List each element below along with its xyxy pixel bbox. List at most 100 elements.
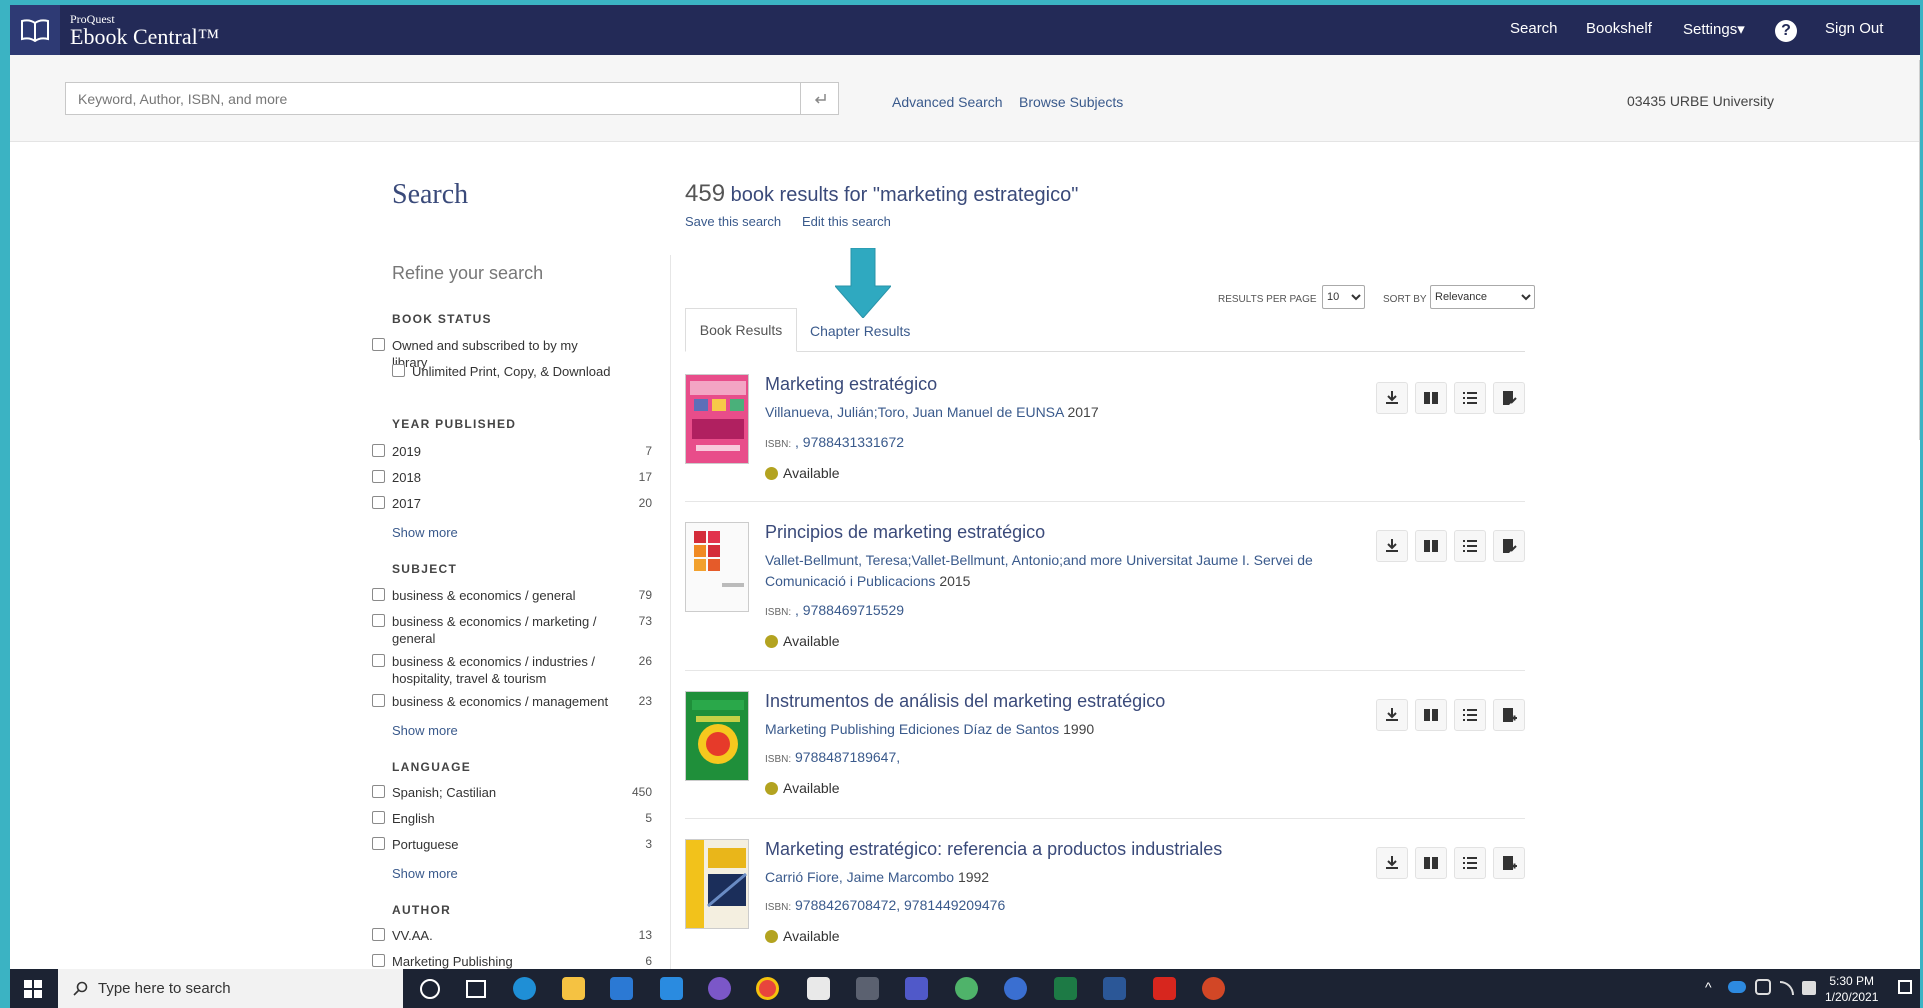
advanced-search-link[interactable]: Advanced Search <box>892 94 1003 110</box>
help-icon[interactable]: ? <box>1775 20 1797 42</box>
browse-subjects-link[interactable]: Browse Subjects <box>1019 94 1123 110</box>
result-title-link[interactable]: Principios de marketing estratégico <box>765 522 1045 543</box>
notifications-icon[interactable] <box>1898 980 1912 994</box>
calculator-icon[interactable] <box>856 977 879 1000</box>
year-show-more-link[interactable]: Show more <box>392 525 458 540</box>
checkbox[interactable] <box>372 694 385 707</box>
checkbox[interactable] <box>372 928 385 941</box>
result-title-link[interactable]: Instrumentos de análisis del marketing e… <box>765 691 1165 712</box>
result-authors[interactable]: Vallet-Bellmunt, Teresa;Vallet-Bellmunt,… <box>765 550 1365 592</box>
search-input[interactable] <box>65 82 800 115</box>
page-scrollbar[interactable] <box>1919 60 1920 440</box>
wifi-icon[interactable] <box>1780 981 1794 995</box>
file-explorer-icon[interactable] <box>562 977 585 1000</box>
subject-show-more-link[interactable]: Show more <box>392 723 458 738</box>
windows-taskbar: Type here to search ^ 5:30 PM 1/20/2021 <box>10 969 1920 1008</box>
nav-bookshelf[interactable]: Bookshelf <box>1586 20 1652 37</box>
windows-start-icon[interactable] <box>24 980 42 1003</box>
edit-search-link[interactable]: Edit this search <box>802 214 891 229</box>
chevron-up-icon[interactable]: ^ <box>1705 979 1712 995</box>
read-online-button[interactable] <box>1415 382 1447 414</box>
nav-settings[interactable]: Settings▾ <box>1683 20 1745 38</box>
paint-icon[interactable] <box>807 977 830 1000</box>
edge-browser-icon[interactable] <box>513 977 536 1000</box>
add-to-bookshelf-button[interactable] <box>1493 699 1525 731</box>
nav-search[interactable]: Search <box>1510 20 1558 37</box>
checkbox[interactable] <box>372 614 385 627</box>
book-cover-thumbnail[interactable] <box>685 374 749 464</box>
download-button[interactable] <box>1376 382 1408 414</box>
tab-chapter-results[interactable]: Chapter Results <box>810 323 910 339</box>
result-title-link[interactable]: Marketing estratégico <box>765 374 937 395</box>
table-of-contents-button[interactable] <box>1454 530 1486 562</box>
checkbox[interactable] <box>392 364 405 377</box>
add-to-bookshelf-button[interactable] <box>1493 530 1525 562</box>
tab-book-results[interactable]: Book Results <box>685 308 797 352</box>
checkbox[interactable] <box>372 654 385 667</box>
table-of-contents-button[interactable] <box>1454 699 1486 731</box>
app-icon[interactable] <box>1004 977 1027 1000</box>
store-icon[interactable] <box>610 977 633 1000</box>
powerpoint-icon[interactable] <box>1202 977 1225 1000</box>
result-actions <box>1376 530 1525 562</box>
acrobat-icon[interactable] <box>1153 977 1176 1000</box>
results-per-page-select[interactable]: 10 <box>1322 285 1365 309</box>
search-submit-button[interactable] <box>800 82 839 115</box>
result-separator <box>685 818 1525 819</box>
down-arrow-annotation-icon <box>835 248 891 318</box>
table-of-contents-button[interactable] <box>1454 847 1486 879</box>
app-icon[interactable] <box>955 977 978 1000</box>
refine-heading: Refine your search <box>392 263 544 283</box>
excel-icon[interactable] <box>1054 977 1077 1000</box>
result-authors[interactable]: Villanueva, Julián;Toro, Juan Manuel de … <box>765 402 1365 423</box>
cortana-icon[interactable] <box>420 979 440 999</box>
checkbox[interactable] <box>372 496 385 509</box>
browser-viewport: ProQuest Ebook Central™ Search Bookshelf… <box>10 5 1920 969</box>
book-cover-thumbnail[interactable] <box>685 522 749 612</box>
read-online-button[interactable] <box>1415 530 1447 562</box>
table-of-contents-button[interactable] <box>1454 382 1486 414</box>
book-cover-thumbnail[interactable] <box>685 691 749 781</box>
checkbox[interactable] <box>372 470 385 483</box>
teams-icon[interactable] <box>905 977 928 1000</box>
checkbox[interactable] <box>372 444 385 457</box>
task-view-icon[interactable] <box>466 980 486 998</box>
result-isbn: ISBN: , 9788469715529 <box>765 602 905 618</box>
checkbox[interactable] <box>372 338 385 351</box>
read-online-button[interactable] <box>1415 847 1447 879</box>
book-cover-thumbnail[interactable] <box>685 839 749 929</box>
language-show-more-link[interactable]: Show more <box>392 866 458 881</box>
app-icon[interactable] <box>708 977 731 1000</box>
available-status-icon <box>765 781 778 795</box>
add-to-bookshelf-button[interactable] <box>1493 847 1525 879</box>
facet-heading-subject: SUBJECT <box>392 562 458 576</box>
add-to-bookshelf-button[interactable] <box>1493 382 1525 414</box>
checkbox[interactable] <box>372 837 385 850</box>
taskbar-clock[interactable]: 5:30 PM 1/20/2021 <box>1825 973 1878 1005</box>
result-authors[interactable]: Marketing Publishing Ediciones Díaz de S… <box>765 719 1365 740</box>
save-search-link[interactable]: Save this search <box>685 214 781 229</box>
download-button[interactable] <box>1376 699 1408 731</box>
mail-icon[interactable] <box>660 977 683 1000</box>
available-status-icon <box>765 929 778 943</box>
checkbox[interactable] <box>372 954 385 967</box>
onedrive-icon[interactable] <box>1728 981 1746 993</box>
sort-by-select[interactable]: Relevance <box>1430 285 1535 309</box>
result-title-link[interactable]: Marketing estratégico: referencia a prod… <box>765 839 1222 860</box>
nav-sign-out[interactable]: Sign Out <box>1825 20 1883 37</box>
open-book-logo-icon[interactable] <box>10 5 60 55</box>
checkbox[interactable] <box>372 588 385 601</box>
network-icon[interactable] <box>1755 979 1771 995</box>
checkbox[interactable] <box>372 785 385 798</box>
download-button[interactable] <box>1376 530 1408 562</box>
taskbar-search-box[interactable]: Type here to search <box>58 969 403 1008</box>
chrome-icon[interactable] <box>756 977 779 1000</box>
brand-ebook-central[interactable]: Ebook Central™ <box>70 24 219 50</box>
word-icon[interactable] <box>1103 977 1126 1000</box>
result-authors[interactable]: Carrió Fiore, Jaime Marcombo 1992 <box>765 867 1365 888</box>
download-button[interactable] <box>1376 847 1408 879</box>
read-online-button[interactable] <box>1415 699 1447 731</box>
checkbox[interactable] <box>372 811 385 824</box>
results-query-text: book results for "marketing estrategico" <box>730 184 1079 206</box>
volume-icon[interactable] <box>1802 981 1816 995</box>
